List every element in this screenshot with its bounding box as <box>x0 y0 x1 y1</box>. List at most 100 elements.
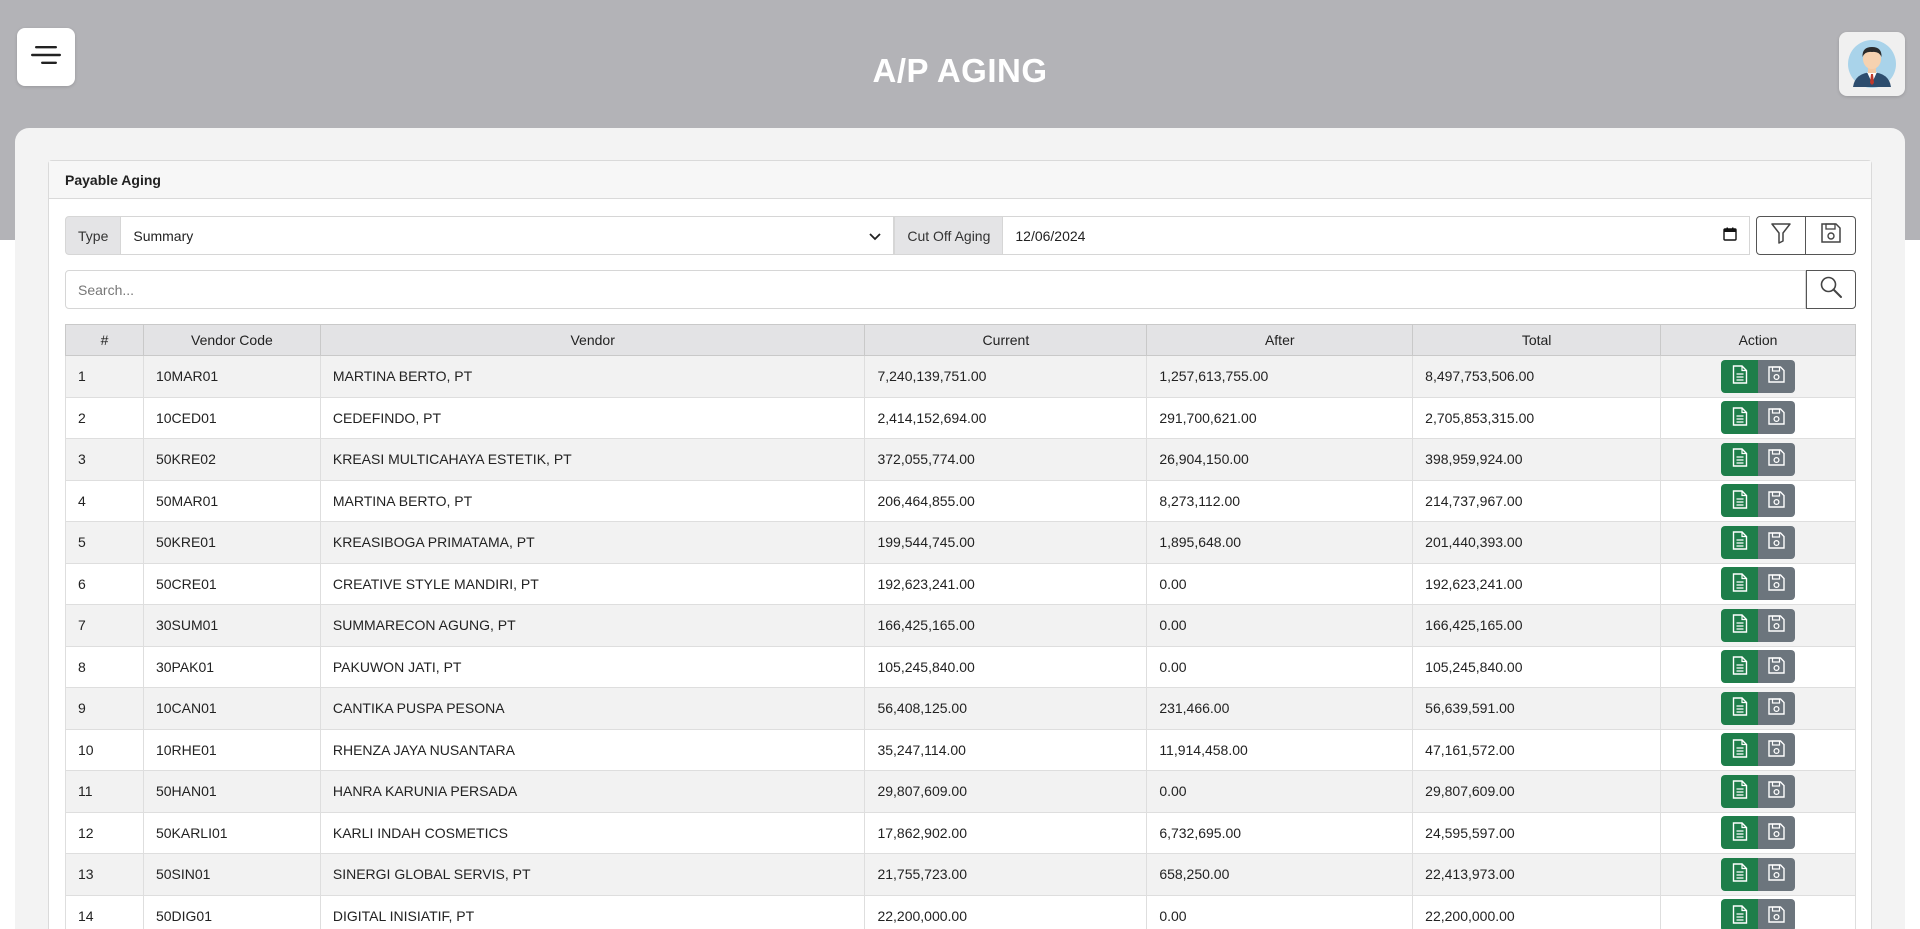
current-amount-cell: 199,544,745.00 <box>864 521 1148 564</box>
document-icon <box>1732 863 1748 885</box>
view-document-button[interactable] <box>1721 650 1759 684</box>
table-row[interactable]: 10 10RHE01 RHENZA JAYA NUSANTARA 35,247,114… <box>65 728 1856 771</box>
row-number: 5 <box>65 521 144 564</box>
action-button-group <box>1721 691 1796 725</box>
vendor-name-cell: DIGITAL INISIATIF, PT <box>319 894 866 929</box>
document-icon <box>1732 614 1748 636</box>
table-row[interactable]: 13 50SIN01 SINERGI GLOBAL SERVIS, PT 21,755… <box>65 853 1856 896</box>
view-document-button[interactable] <box>1721 774 1759 808</box>
action-button-group <box>1721 608 1796 642</box>
type-label: Type <box>65 216 122 255</box>
table-row[interactable]: 3 50KRE02 KREASI MULTICAHAYA ESTETIK, PT 37… <box>65 438 1856 481</box>
save-row-button[interactable] <box>1758 691 1796 725</box>
save-row-button[interactable] <box>1758 857 1796 891</box>
floppy-disk-icon <box>1820 222 1842 249</box>
save-row-button[interactable] <box>1758 442 1796 476</box>
aging-table: # Vendor Code Vendor Current After Total… <box>65 324 1856 929</box>
filter-button[interactable] <box>1756 216 1806 255</box>
view-document-button[interactable] <box>1721 733 1759 767</box>
action-cell <box>1660 728 1856 771</box>
save-row-button[interactable] <box>1758 401 1796 435</box>
save-row-button[interactable] <box>1758 359 1796 393</box>
after-amount-cell: 0.00 <box>1146 562 1414 605</box>
floppy-disk-icon <box>1768 864 1785 884</box>
table-row[interactable]: 6 50CRE01 CREATIVE STYLE MANDIRI, PT 192,62… <box>65 562 1856 605</box>
avatar[interactable] <box>1839 32 1905 96</box>
row-number: 1 <box>65 355 144 398</box>
action-button-group <box>1721 899 1796 929</box>
table-row[interactable]: 12 50KARLI01 KARLI INDAH COSMETICS 17,862,9… <box>65 811 1856 854</box>
save-row-button[interactable] <box>1758 774 1796 808</box>
search-icon <box>1819 275 1843 304</box>
view-document-button[interactable] <box>1721 525 1759 559</box>
floppy-disk-icon <box>1768 657 1785 677</box>
vendor-name-cell: CANTIKA PUSPA PESONA <box>319 687 866 730</box>
action-cell <box>1660 355 1856 398</box>
search-input[interactable] <box>65 270 1806 309</box>
vendor-code-cell: 10CAN01 <box>142 687 321 730</box>
vendor-code-cell: 50MAR01 <box>142 479 321 522</box>
save-row-button[interactable] <box>1758 899 1796 929</box>
column-header-total[interactable]: Total <box>1412 324 1662 356</box>
cutoff-date-input[interactable]: 12/06/2024 <box>1003 216 1750 255</box>
view-document-button[interactable] <box>1721 567 1759 601</box>
view-document-button[interactable] <box>1721 816 1759 850</box>
table-row[interactable]: 2 10CED01 CEDEFINDO, PT 2,414,152,694.00 291… <box>65 396 1856 439</box>
row-number: 14 <box>65 894 144 929</box>
floppy-disk-icon <box>1768 491 1785 511</box>
column-header-after[interactable]: After <box>1146 324 1414 356</box>
total-amount-cell: 166,425,165.00 <box>1412 604 1662 647</box>
table-row[interactable]: 1 10MAR01 MARTINA BERTO, PT 7,240,139,751.0… <box>65 355 1856 398</box>
view-document-button[interactable] <box>1721 401 1759 435</box>
view-document-button[interactable] <box>1721 442 1759 476</box>
save-row-button[interactable] <box>1758 484 1796 518</box>
after-amount-cell: 1,257,613,755.00 <box>1146 355 1414 398</box>
column-header-current[interactable]: Current <box>864 324 1148 356</box>
current-amount-cell: 372,055,774.00 <box>864 438 1148 481</box>
table-row[interactable]: 5 50KRE01 KREASIBOGA PRIMATAMA, PT 199,544,… <box>65 521 1856 564</box>
type-select[interactable]: Summary <box>121 216 895 255</box>
save-row-button[interactable] <box>1758 816 1796 850</box>
action-cell <box>1660 645 1856 688</box>
table-row[interactable]: 11 50HAN01 HANRA KARUNIA PERSADA 29,807,609… <box>65 770 1856 813</box>
current-amount-cell: 17,862,902.00 <box>864 811 1148 854</box>
view-document-button[interactable] <box>1721 608 1759 642</box>
search-button[interactable] <box>1806 270 1856 309</box>
save-row-button[interactable] <box>1758 733 1796 767</box>
action-button-group <box>1721 816 1796 850</box>
row-number: 4 <box>65 479 144 522</box>
cutoff-label: Cut Off Aging <box>894 216 1004 255</box>
column-header-vendor-code[interactable]: Vendor Code <box>142 324 321 356</box>
table-row[interactable]: 7 30SUM01 SUMMARECON AGUNG, PT 166,425,165.… <box>65 604 1856 647</box>
column-header-action: Action <box>1660 324 1856 356</box>
action-button-group <box>1721 733 1796 767</box>
view-document-button[interactable] <box>1721 899 1759 929</box>
view-document-button[interactable] <box>1721 857 1759 891</box>
view-document-button[interactable] <box>1721 359 1759 393</box>
action-button-group <box>1721 567 1796 601</box>
column-header-no[interactable]: # <box>65 324 144 356</box>
total-amount-cell: 56,639,591.00 <box>1412 687 1662 730</box>
filter-row: Type Summary Cut Off Aging 12/06/2024 <box>65 216 1856 255</box>
column-header-vendor[interactable]: Vendor <box>319 324 866 356</box>
save-row-button[interactable] <box>1758 525 1796 559</box>
action-cell <box>1660 396 1856 439</box>
table-row[interactable]: 9 10CAN01 CANTIKA PUSPA PESONA 56,408,125.0… <box>65 687 1856 730</box>
action-cell <box>1660 853 1856 896</box>
table-row[interactable]: 14 50DIG01 DIGITAL INISIATIF, PT 22,200,000… <box>65 894 1856 929</box>
vendor-name-cell: RHENZA JAYA NUSANTARA <box>319 728 866 771</box>
save-row-button[interactable] <box>1758 567 1796 601</box>
save-row-button[interactable] <box>1758 650 1796 684</box>
floppy-disk-icon <box>1768 408 1785 428</box>
table-row[interactable]: 4 50MAR01 MARTINA BERTO, PT 206,464,855.00 8… <box>65 479 1856 522</box>
filter-icon <box>1770 222 1792 249</box>
document-icon <box>1732 697 1748 719</box>
cutoff-date-value: 12/06/2024 <box>1015 227 1086 244</box>
save-row-button[interactable] <box>1758 608 1796 642</box>
action-button-group <box>1721 525 1796 559</box>
table-row[interactable]: 8 30PAK01 PAKUWON JATI, PT 105,245,840.00 0.… <box>65 645 1856 688</box>
save-report-button[interactable] <box>1806 216 1856 255</box>
calendar-icon[interactable] <box>1723 227 1737 244</box>
view-document-button[interactable] <box>1721 691 1759 725</box>
view-document-button[interactable] <box>1721 484 1759 518</box>
